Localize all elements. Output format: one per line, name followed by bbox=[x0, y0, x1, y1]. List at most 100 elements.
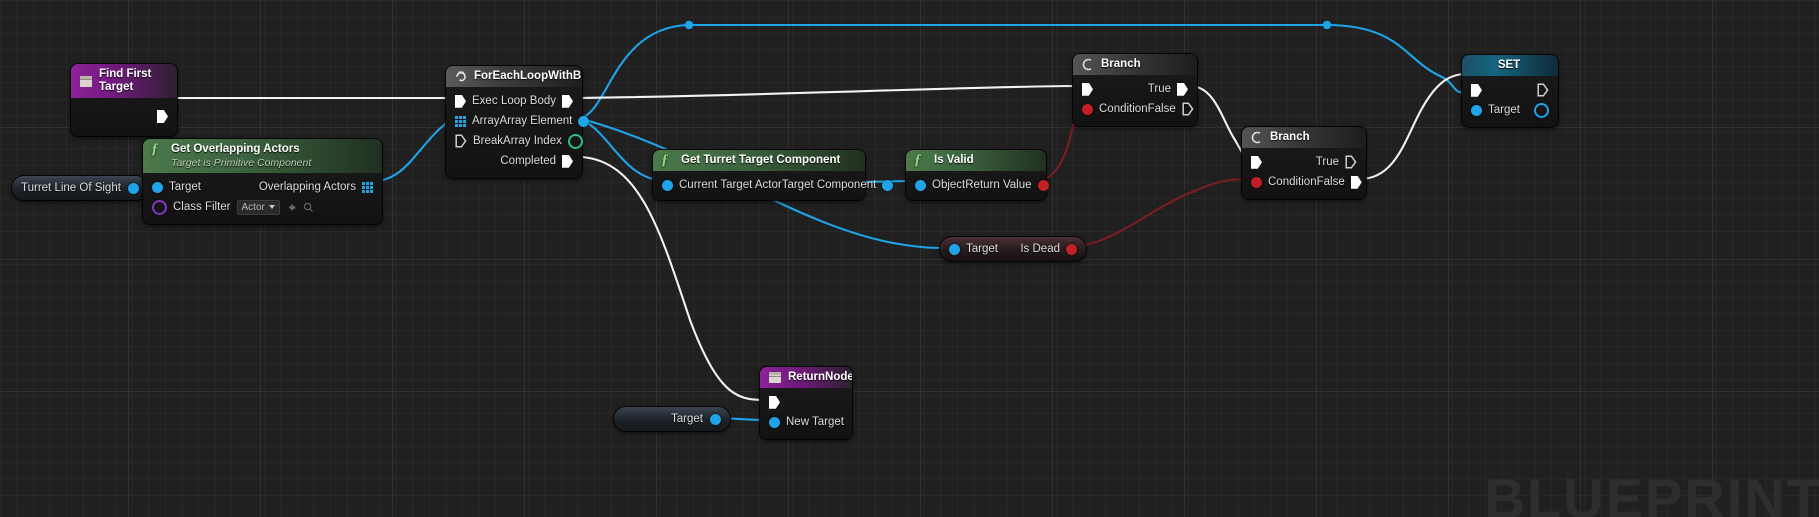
pin-row-object[interactable]: Object Return Value bbox=[906, 175, 1049, 195]
node-title: ForEachLoopWithBreak bbox=[474, 70, 582, 82]
exec-in-pin[interactable] bbox=[1251, 155, 1262, 169]
node-header: ƒ Is Valid bbox=[906, 150, 1046, 172]
node-header: SET bbox=[1462, 55, 1558, 77]
node-for-each-loop-with-break[interactable]: ForEachLoopWithBreak Exec Loop Body bbox=[446, 66, 590, 179]
pin-label-completed: Completed bbox=[500, 155, 556, 168]
pin-row-completed[interactable]: Completed bbox=[446, 151, 582, 171]
object-in-pin[interactable] bbox=[915, 179, 926, 191]
pin-row-class-filter[interactable]: Class Filter Actor bbox=[143, 197, 382, 217]
pin-row-exec[interactable]: Exec Loop Body bbox=[446, 91, 582, 111]
pin-row-exec[interactable] bbox=[1462, 80, 1558, 100]
array-out-pin[interactable] bbox=[362, 181, 373, 193]
pin-row-exec[interactable] bbox=[760, 392, 852, 412]
loop-icon bbox=[454, 70, 468, 83]
pin-label-array-index: Array Index bbox=[503, 135, 562, 148]
exec-out-completed-pin[interactable] bbox=[562, 154, 573, 168]
pin-label-is-dead: Is Dead bbox=[1020, 243, 1060, 255]
pin-row-condition[interactable]: Condition False bbox=[1242, 172, 1366, 192]
exec-out-true-pin[interactable] bbox=[1177, 82, 1188, 96]
branch-icon bbox=[1081, 58, 1095, 71]
blueprint-graph-canvas[interactable]: Find First Target Turret Line Of Sight ƒ… bbox=[0, 0, 1819, 517]
node-branch-top[interactable]: Branch True Condition False bbox=[1073, 54, 1197, 127]
int-out-array-index-pin[interactable] bbox=[567, 133, 583, 149]
exec-out-loop-body-pin[interactable] bbox=[562, 94, 573, 108]
event-node-icon bbox=[79, 75, 93, 88]
object-in-new-target-pin[interactable] bbox=[769, 416, 780, 428]
pin-label-overlapping-actors: Overlapping Actors bbox=[258, 181, 356, 194]
pin-row-break[interactable]: Break Array Index bbox=[446, 131, 583, 151]
browse-back-arrow-icon[interactable] bbox=[286, 202, 297, 213]
exec-out-false-pin[interactable] bbox=[1350, 175, 1362, 189]
pin-label-false: False bbox=[1316, 176, 1345, 189]
chevron-down-icon bbox=[268, 205, 275, 210]
pin-row-target[interactable]: Target Overlapping Actors bbox=[143, 177, 382, 197]
pin-row-current-target-actor[interactable]: Current Target Actor Target Component bbox=[653, 175, 894, 195]
search-magnifier-icon[interactable] bbox=[303, 202, 314, 213]
node-find-first-target[interactable]: Find First Target bbox=[71, 64, 177, 137]
node-title: Get Overlapping Actors bbox=[171, 143, 300, 155]
exec-out-true-pin[interactable] bbox=[1345, 155, 1357, 169]
event-node-icon bbox=[768, 371, 782, 384]
pin-label-return-value: Return Value bbox=[965, 179, 1032, 192]
pin-label-array-element: Array Element bbox=[499, 115, 573, 128]
node-title: Find First Target bbox=[99, 68, 152, 94]
object-out-pin[interactable] bbox=[1534, 102, 1549, 118]
class-filter-dropdown[interactable]: Actor bbox=[236, 199, 280, 215]
exec-out-pin[interactable] bbox=[1537, 83, 1549, 97]
exec-in-pin[interactable] bbox=[1082, 82, 1093, 96]
exec-out-pin[interactable] bbox=[157, 109, 168, 123]
node-return[interactable]: ReturnNode New Target bbox=[760, 367, 852, 440]
class-in-pin[interactable] bbox=[152, 199, 167, 215]
function-f-icon: ƒ bbox=[151, 141, 159, 157]
pin-label-condition: Condition bbox=[1268, 176, 1317, 189]
object-out-array-element-pin[interactable] bbox=[578, 115, 590, 127]
branch-icon bbox=[1250, 131, 1264, 144]
bool-in-condition-pin[interactable] bbox=[1251, 176, 1262, 188]
pin-label-target: Target bbox=[169, 181, 201, 194]
object-in-pin[interactable] bbox=[949, 243, 960, 255]
node-header: Find First Target bbox=[71, 64, 177, 99]
node-get-overlapping-actors[interactable]: ƒ Get Overlapping Actors Target is Primi… bbox=[143, 139, 382, 225]
object-in-pin[interactable] bbox=[152, 181, 163, 193]
pin-row-target[interactable]: Target bbox=[1462, 100, 1558, 120]
exec-in-pin[interactable] bbox=[455, 94, 466, 108]
bool-out-pin[interactable] bbox=[1066, 243, 1077, 255]
function-f-icon: ƒ bbox=[914, 152, 922, 169]
variable-getter-turret-line-of-sight[interactable]: Turret Line Of Sight bbox=[12, 176, 148, 200]
object-in-pin[interactable] bbox=[662, 179, 673, 191]
node-is-valid[interactable]: ƒ Is Valid Object Return Value bbox=[906, 150, 1049, 201]
pin-row-array[interactable]: Array Array Element bbox=[446, 111, 590, 131]
node-is-dead[interactable]: Target Is Dead bbox=[940, 237, 1086, 261]
pin-row-exec[interactable]: True bbox=[1073, 79, 1197, 99]
node-set-target[interactable]: SET Target bbox=[1462, 55, 1558, 128]
exec-in-pin[interactable] bbox=[1471, 83, 1482, 97]
pin-row-exec[interactable]: True bbox=[1242, 152, 1366, 172]
node-title: Branch bbox=[1270, 131, 1310, 143]
object-out-pin[interactable] bbox=[127, 182, 139, 194]
bool-out-pin[interactable] bbox=[1037, 179, 1049, 191]
object-in-target-pin[interactable] bbox=[1471, 104, 1482, 116]
exec-out-false-pin[interactable] bbox=[1182, 102, 1194, 116]
variable-getter-target[interactable]: Target bbox=[614, 407, 730, 431]
pin-label-loop-body: Loop Body bbox=[501, 95, 556, 108]
node-header: ƒ Get Overlapping Actors Target is Primi… bbox=[143, 139, 382, 174]
pin-row-new-target[interactable]: New Target bbox=[760, 412, 852, 432]
array-in-pin[interactable] bbox=[455, 115, 466, 127]
pin-label-new-target: New Target bbox=[786, 416, 844, 429]
node-title: Branch bbox=[1101, 58, 1141, 70]
node-get-turret-target-component[interactable]: ƒ Get Turret Target Component Current Ta… bbox=[653, 150, 894, 201]
pin-row-condition[interactable]: Condition False bbox=[1073, 99, 1197, 119]
function-f-icon: ƒ bbox=[661, 152, 669, 169]
object-out-pin[interactable] bbox=[882, 179, 894, 191]
exec-in-break-pin[interactable] bbox=[455, 134, 467, 148]
pin-label-array: Array bbox=[472, 115, 500, 128]
pin-row-exec-out[interactable] bbox=[71, 106, 177, 126]
object-out-pin[interactable] bbox=[710, 413, 721, 425]
blueprint-watermark: BLUEPRINT bbox=[1484, 467, 1819, 517]
bool-in-condition-pin[interactable] bbox=[1082, 103, 1093, 115]
pin-label-true: True bbox=[1315, 156, 1339, 169]
exec-in-pin[interactable] bbox=[769, 395, 780, 409]
variable-label: Turret Line Of Sight bbox=[21, 182, 121, 194]
node-branch-bottom[interactable]: Branch True Condition False bbox=[1242, 127, 1366, 200]
node-header: Branch bbox=[1242, 127, 1366, 149]
